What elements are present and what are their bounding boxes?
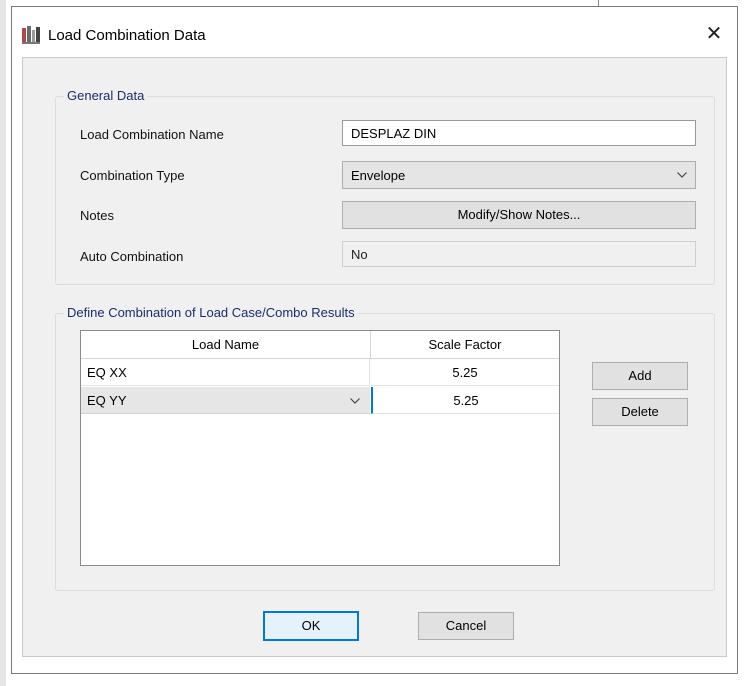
column-header-load-name[interactable]: Load Name — [81, 331, 371, 359]
delete-button[interactable]: Delete — [592, 398, 688, 426]
background-app-edge — [0, 0, 6, 686]
combination-type-value: Envelope — [351, 168, 406, 183]
load-combination-grid: Load Name Scale Factor EQ XX 5.25 EQ YY … — [80, 330, 560, 566]
define-combination-group: Define Combination of Load Case/Combo Re… — [55, 305, 715, 591]
title-bar: Load Combination Data ✕ — [12, 7, 737, 55]
notes-label: Notes — [80, 208, 114, 223]
general-data-group: General Data Load Combination Name DESPL… — [55, 88, 715, 285]
combination-name-label: Load Combination Name — [80, 127, 224, 142]
table-row-load-name[interactable]: EQ XX — [81, 359, 370, 386]
table-row-scale-factor[interactable]: 5.25 — [371, 387, 559, 414]
dialog-client-area: General Data Load Combination Name DESPL… — [22, 57, 727, 657]
auto-combination-value: No — [342, 241, 696, 267]
combination-name-field[interactable]: DESPLAZ DIN — [342, 120, 696, 146]
chevron-down-icon — [350, 398, 360, 404]
auto-combination-label: Auto Combination — [80, 249, 184, 264]
define-combination-legend: Define Combination of Load Case/Combo Re… — [64, 305, 358, 320]
combination-type-label: Combination Type — [80, 168, 185, 183]
app-grid-icon — [22, 26, 40, 44]
close-icon[interactable]: ✕ — [701, 21, 727, 47]
table-row-scale-factor[interactable]: 5.25 — [371, 359, 559, 386]
general-data-legend: General Data — [64, 88, 148, 103]
load-combination-dialog: Load Combination Data ✕ General Data Loa… — [11, 6, 738, 674]
column-header-scale-factor[interactable]: Scale Factor — [371, 331, 559, 359]
cancel-button[interactable]: Cancel — [418, 612, 514, 640]
add-button[interactable]: Add — [592, 362, 688, 390]
combination-type-select[interactable]: Envelope — [342, 161, 696, 189]
window-title: Load Combination Data — [48, 27, 206, 44]
ok-button[interactable]: OK — [263, 611, 359, 641]
load-name-select[interactable]: EQ YY — [81, 387, 370, 414]
load-name-select-value: EQ YY — [87, 393, 127, 408]
chevron-down-icon — [677, 172, 687, 178]
modify-show-notes-button[interactable]: Modify/Show Notes... — [342, 201, 696, 229]
